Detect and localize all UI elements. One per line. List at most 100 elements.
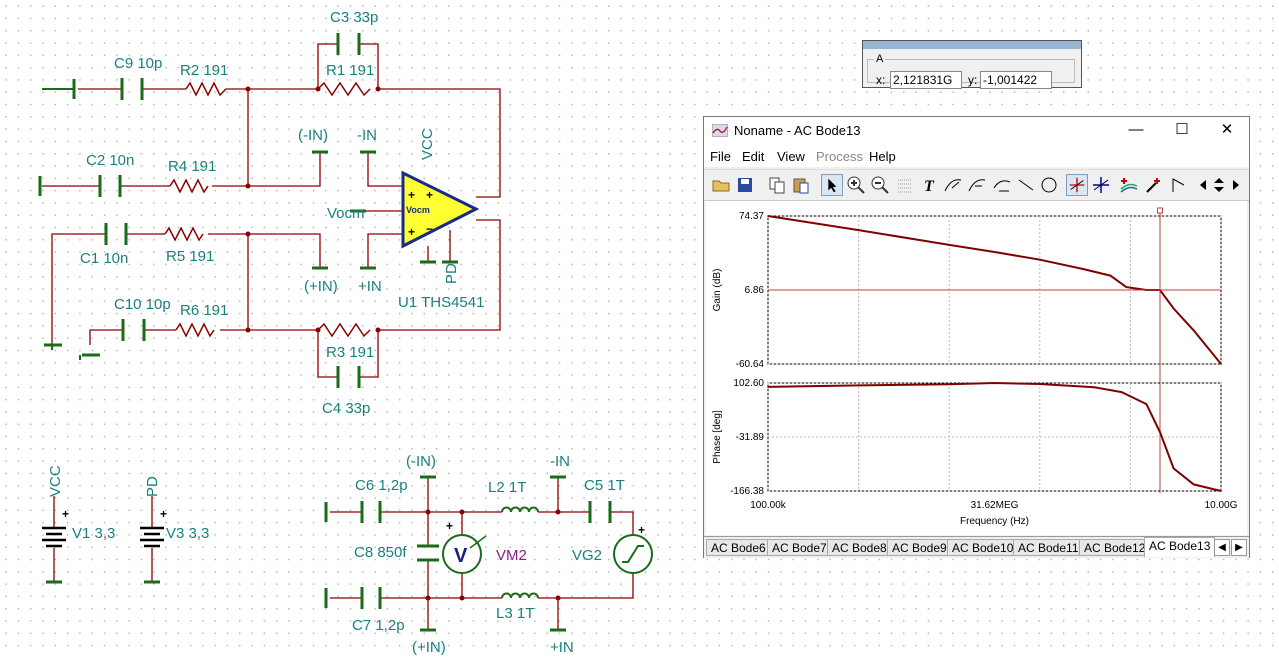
data-point <box>1120 391 1123 393</box>
paste-icon[interactable] <box>790 174 812 196</box>
data-point <box>1039 258 1041 261</box>
window-titlebar[interactable]: Noname - AC Bode13 — ☐ ✕ <box>704 117 1249 145</box>
label-l3: L3 1T <box>496 605 534 622</box>
cursor-readout-titlebar[interactable] <box>863 41 1081 49</box>
data-point <box>1082 268 1084 270</box>
marker-icon[interactable] <box>1168 174 1190 196</box>
cursor-a-icon[interactable] <box>1066 174 1088 196</box>
net-neg-in-1: (-IN) <box>298 127 328 144</box>
curve-label-icon[interactable] <box>942 174 964 196</box>
tab-ac-bode10[interactable]: AC Bode10 <box>947 539 1019 556</box>
tab-ac-bode9[interactable]: AC Bode9 <box>887 539 952 556</box>
menu-help[interactable]: Help <box>869 149 896 164</box>
menu-view[interactable]: View <box>777 149 805 164</box>
cursor-readout-panel: A x: y: <box>862 40 1082 89</box>
data-point <box>767 386 769 388</box>
tab-ac-bode7[interactable]: AC Bode7 <box>767 539 832 556</box>
data-point <box>993 251 996 253</box>
maximize-button[interactable]: ☐ <box>1159 117 1205 145</box>
label-r2: R2 191 <box>180 62 228 79</box>
line-icon[interactable] <box>1015 174 1037 196</box>
copy-icon[interactable] <box>766 174 788 196</box>
net-neg-in-2: -IN <box>357 127 377 144</box>
label-l2: L2 1T <box>488 479 526 496</box>
data-point <box>1172 467 1175 470</box>
tab-prev-button[interactable]: ◀ <box>1214 539 1230 556</box>
save-icon[interactable] <box>734 174 756 196</box>
cursor-x-label: x: <box>876 73 886 87</box>
svg-text:−: − <box>426 222 433 236</box>
tab-ac-bode8[interactable]: AC Bode8 <box>827 539 892 556</box>
cursor-b-icon[interactable] <box>1090 174 1112 196</box>
data-point <box>948 383 950 386</box>
text-icon[interactable]: T <box>919 174 941 196</box>
y-axis-label: Phase [deg] <box>712 410 723 464</box>
svg-text:+: + <box>62 507 69 521</box>
tab-ac-bode6[interactable]: AC Bode6 <box>706 539 771 556</box>
cursor-handle <box>1157 207 1163 214</box>
menu-bar: File Edit View Process Help <box>704 145 1249 167</box>
data-point <box>1093 386 1096 389</box>
tab-ac-bode12[interactable]: AC Bode12 <box>1079 539 1151 556</box>
data-point <box>767 215 769 217</box>
grid-icon[interactable] <box>894 174 916 196</box>
y-axis-label: Gain (dB) <box>712 269 723 312</box>
menu-process[interactable]: Process <box>816 149 863 164</box>
y-tick-label: -31.89 <box>736 432 765 443</box>
label-c2: C2 10n <box>86 152 134 169</box>
label-r5: R5 191 <box>166 248 214 265</box>
label-vg2: VG2 <box>572 547 602 564</box>
label-v1: V1 3,3 <box>72 525 115 542</box>
open-icon[interactable] <box>710 174 732 196</box>
pointer-icon[interactable] <box>821 174 843 196</box>
svg-text:+: + <box>408 188 415 202</box>
y-tick-label: 74.37 <box>739 211 764 222</box>
label-c3: C3 33p <box>330 9 378 26</box>
tab-ac-bode11[interactable]: AC Bode11 <box>1013 539 1084 556</box>
circle-icon[interactable] <box>1038 174 1060 196</box>
bode-plot-area[interactable]: 74.37 6.86 -60.64 Gain (dB) 102.60 -31.89 -166… <box>706 201 1247 535</box>
net-neg-in-3: (-IN) <box>406 453 436 470</box>
net-pos-in-3: (+IN) <box>412 639 446 656</box>
zoom-100-icon[interactable] <box>869 174 891 196</box>
scroll-right-icon[interactable] <box>1229 174 1243 196</box>
menu-edit[interactable]: Edit <box>742 149 764 164</box>
zoom-in-icon[interactable] <box>845 174 867 196</box>
cursor-readout-group: A x: y: <box>867 53 1075 89</box>
net-pos-in-2: +IN <box>358 278 382 295</box>
data-point <box>857 384 860 387</box>
x-tick-label: 10.00G <box>1205 500 1238 511</box>
svg-text:+: + <box>638 523 645 537</box>
cursor-readout-legend: A <box>876 53 884 65</box>
svg-text:+: + <box>160 507 167 521</box>
picker-icon[interactable] <box>1142 174 1164 196</box>
scroll-updown-icon[interactable] <box>1211 174 1227 196</box>
y-tick-label: 102.60 <box>733 378 764 389</box>
label-c6: C6 1,2p <box>355 477 408 494</box>
opamp-vocm-label: Vocm <box>406 205 430 215</box>
curve-label2-icon[interactable] <box>966 174 988 196</box>
label-c8: C8 850f <box>354 544 407 561</box>
label-r3: R3 191 <box>326 344 374 361</box>
cursor-y-label: y: <box>968 73 978 87</box>
scroll-left-icon[interactable] <box>1196 174 1210 196</box>
y-tick-label: -166.38 <box>730 486 764 497</box>
menu-file[interactable]: File <box>710 149 731 164</box>
minimize-button[interactable]: — <box>1113 117 1159 145</box>
close-button[interactable]: ✕ <box>1204 117 1250 145</box>
label-c9: C9 10p <box>114 55 162 72</box>
cursor-x-field[interactable] <box>890 71 962 89</box>
bode-chart[interactable]: 74.37 6.86 -60.64 Gain (dB) 102.60 -31.89 -166… <box>706 201 1247 535</box>
curve-label3-icon[interactable] <box>991 174 1013 196</box>
net-pd-source: PD <box>144 476 161 497</box>
net-pos-in-4: +IN <box>550 639 574 656</box>
tab-next-button[interactable]: ▶ <box>1231 539 1247 556</box>
data-point <box>857 229 860 231</box>
app-icon <box>712 124 728 137</box>
bode-window: Noname - AC Bode13 — ☐ ✕ File Edit View … <box>703 116 1250 558</box>
cursor-y-field[interactable] <box>980 71 1052 89</box>
tab-ac-bode13[interactable]: AC Bode13 <box>1144 537 1216 557</box>
net-neg-in-4: -IN <box>550 453 570 470</box>
curve-add-icon[interactable] <box>1118 174 1140 196</box>
data-point <box>1145 403 1148 405</box>
